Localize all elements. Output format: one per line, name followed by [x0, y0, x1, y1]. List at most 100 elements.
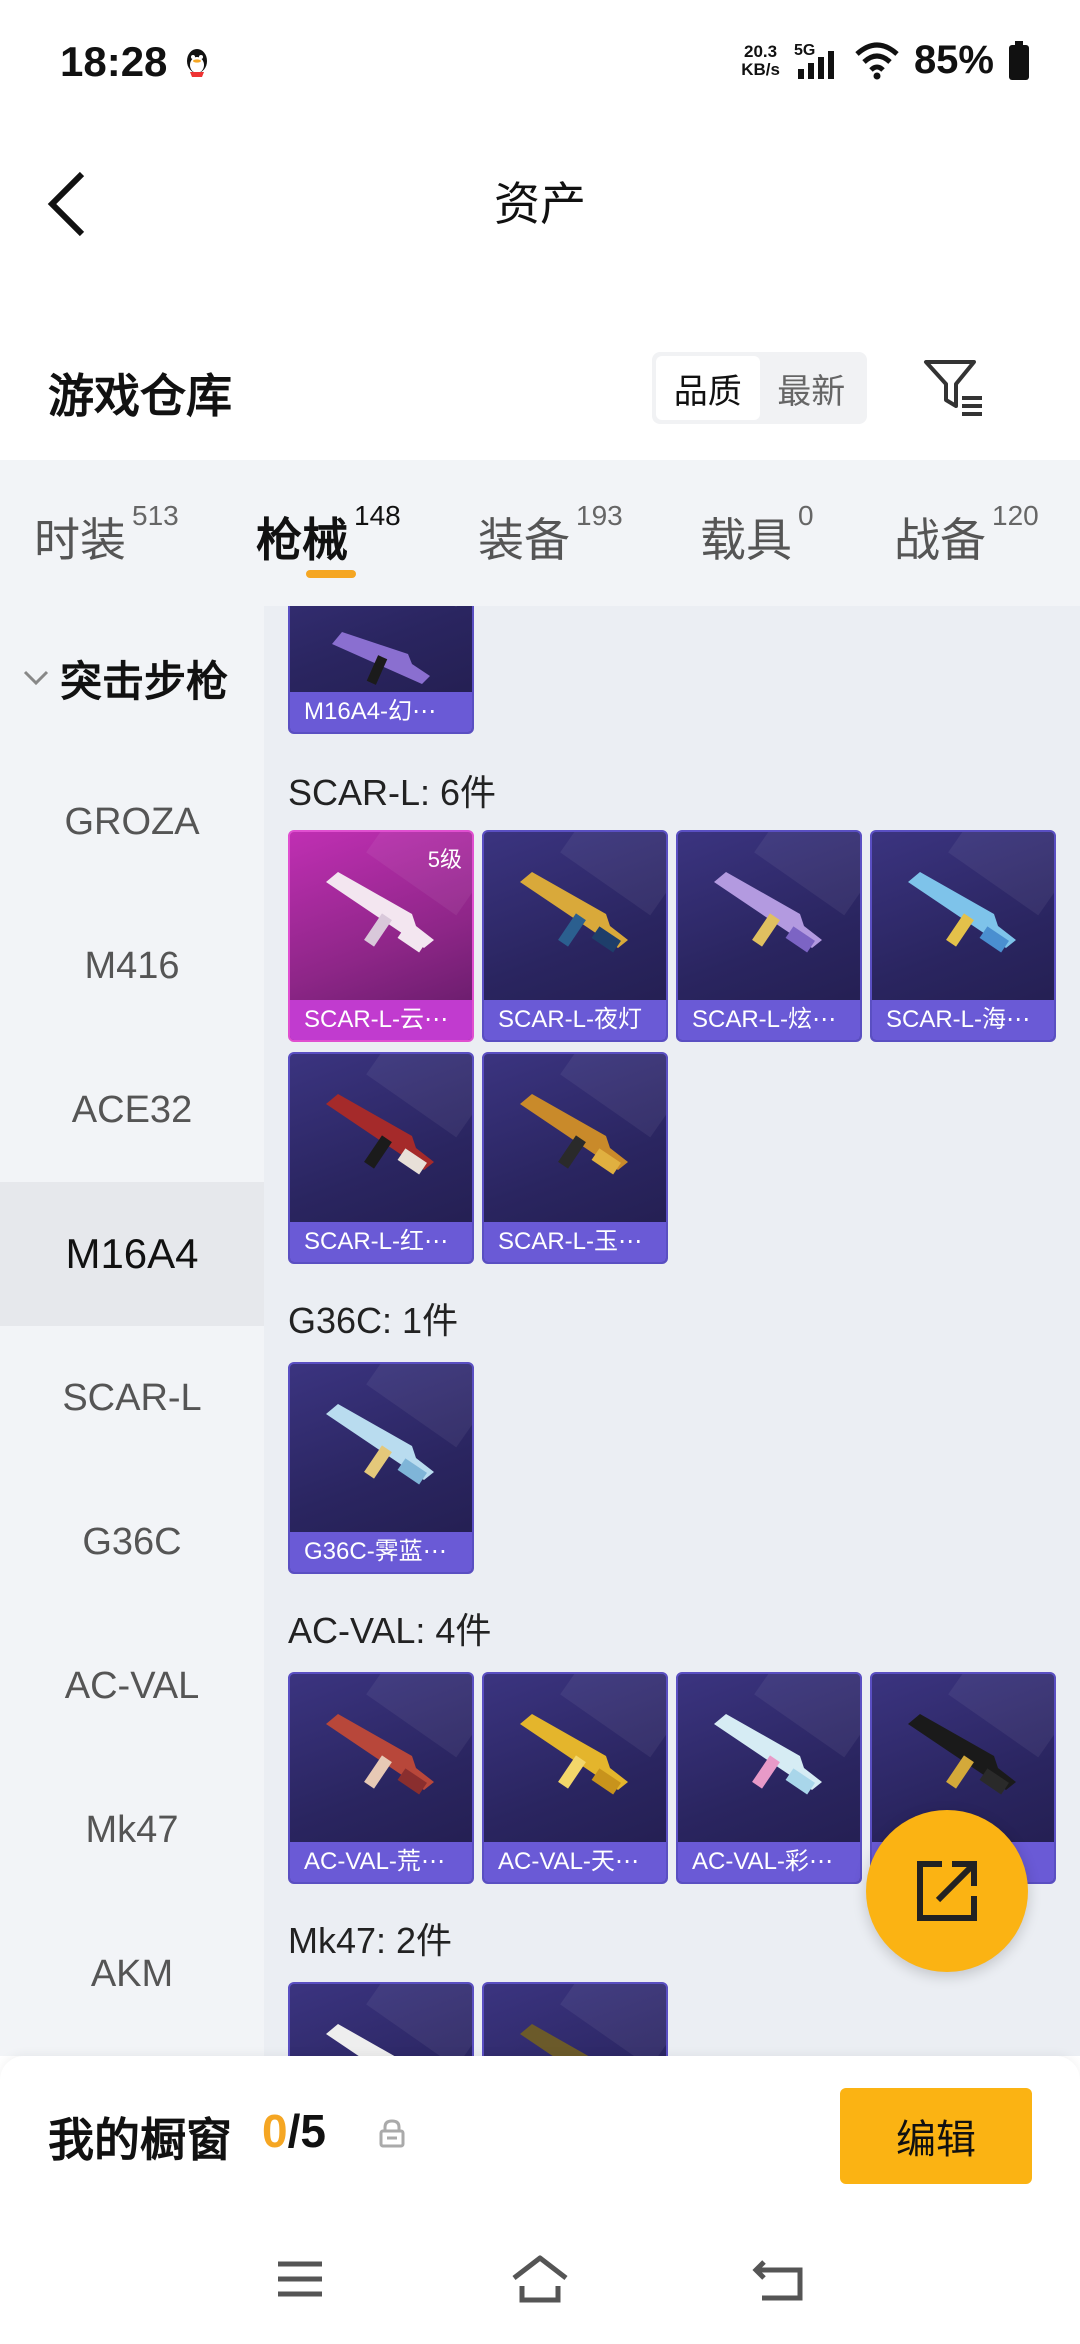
weapon-card[interactable]: SCAR-L-炫⋯ — [676, 830, 862, 1042]
weapon-card-label: M16A4-幻⋯ — [290, 692, 472, 732]
weapon-card-label: SCAR-L-红⋯ — [290, 1222, 472, 1262]
tab-label: 枪械 — [256, 514, 348, 566]
section-title: Mk47: 2件 — [288, 1920, 453, 1961]
tab-count: 120 — [992, 500, 1039, 531]
rifle-icon — [326, 1714, 434, 1795]
weapon-card[interactable]: SCAR-L-玉⋯ — [482, 1052, 668, 1264]
sidebar-group-assault-rifles[interactable]: 突击步枪 — [0, 606, 264, 750]
rifle-icon — [714, 1714, 822, 1795]
sidebar-item-g36c[interactable]: G36C — [0, 1470, 264, 1614]
tab-label: 时装 — [34, 514, 126, 566]
edit-button[interactable]: 编辑 — [840, 2088, 1032, 2184]
network-type-label: 5G — [794, 42, 815, 59]
rifle-icon — [520, 1094, 628, 1175]
filter-icon[interactable] — [920, 354, 986, 420]
section-title: G36C: 1件 — [288, 1300, 459, 1341]
battery-percent: 85% — [913, 38, 994, 82]
wifi-icon — [855, 42, 899, 79]
tab-equipment[interactable]: 装备 193 — [478, 500, 623, 570]
sidebar-item-scar-l[interactable]: SCAR-L — [0, 1326, 264, 1470]
sidebar-item-akm[interactable]: AKM — [0, 1902, 264, 2046]
tab-count: 148 — [354, 500, 401, 531]
section-title: SCAR-L: 6件 — [288, 772, 497, 813]
system-nav-bar — [0, 2216, 1080, 2344]
sidebar-item-groza[interactable]: GROZA — [0, 750, 264, 894]
weapon-card[interactable]: SCAR-L-夜灯 — [482, 830, 668, 1042]
weapon-sidebar: 突击步枪 GROZA M416 ACE32 M16A4 SCAR-L G36C … — [0, 606, 264, 2056]
sort-toggle: 品质 最新 — [652, 352, 867, 424]
section-title: AC-VAL: 4件 — [288, 1610, 492, 1651]
sort-quality-button[interactable]: 品质 — [656, 356, 760, 420]
rifle-icon — [908, 872, 1016, 953]
sidebar-item-m16a4[interactable]: M16A4 — [0, 1182, 264, 1326]
tab-label: 装备 — [478, 514, 570, 566]
status-bar: 18:28 20.3 KB/s 5G 85% — [0, 0, 1080, 124]
tab-vehicles[interactable]: 载具 0 — [700, 500, 814, 570]
weapon-card-label: SCAR-L-海⋯ — [872, 1000, 1054, 1040]
rifle-icon — [326, 1094, 434, 1175]
tab-fashion[interactable]: 时装 513 — [34, 500, 179, 570]
sidebar-item-m416[interactable]: M416 — [0, 894, 264, 1038]
showcase-count: 0/5 — [262, 2104, 326, 2158]
rifle-icon — [520, 1714, 628, 1795]
speed-unit: KB/s — [741, 59, 780, 79]
signal-icon: 5G — [794, 42, 834, 79]
weapon-card[interactable]: AC-VAL-彩⋯ — [676, 1672, 862, 1884]
category-tabs: 时装 513 枪械 148 装备 193 载具 0 战备 120 — [0, 460, 1080, 606]
sidebar-item-ace32[interactable]: ACE32 — [0, 1038, 264, 1182]
rifle-icon — [326, 1404, 434, 1485]
menu-icon[interactable] — [270, 2254, 330, 2304]
sidebar-item-mk47[interactable]: Mk47 — [0, 1758, 264, 1902]
battery-icon — [1009, 40, 1029, 80]
weapon-card[interactable]: G36C-霁蓝⋯ — [288, 1362, 474, 1574]
weapon-card-label: AC-VAL-天⋯ — [484, 1842, 666, 1882]
external-link-icon — [917, 1861, 977, 1921]
warehouse-bar: 游戏仓库 品质 最新 — [0, 340, 1080, 460]
tab-label: 载具 — [700, 514, 792, 566]
weapon-card-label: G36C-霁蓝⋯ — [290, 1532, 472, 1572]
weapon-card-label: SCAR-L-炫⋯ — [678, 1000, 860, 1040]
rifle-icon — [714, 872, 822, 953]
network-speed: 20.3 KB/s — [741, 41, 780, 79]
status-time: 18:28 — [60, 38, 168, 85]
warehouse-title: 游戏仓库 — [48, 370, 232, 422]
weapon-card-label: SCAR-L-玉⋯ — [484, 1222, 666, 1262]
tab-count: 193 — [576, 500, 623, 531]
showcase-bar: 我的橱窗 0/5 编辑 — [0, 2056, 1080, 2216]
weapon-card[interactable] — [482, 1982, 668, 2056]
lock-icon — [379, 2119, 405, 2148]
rifle-icon — [326, 2024, 395, 2056]
rifle-icon — [520, 2024, 589, 2056]
rifle-icon — [326, 872, 434, 953]
weapon-card[interactable]: AC-VAL-天⋯ — [482, 1672, 668, 1884]
weapon-card[interactable]: 5级 SCAR-L-云⋯ — [288, 830, 474, 1042]
weapon-card-label: SCAR-L-云⋯ — [290, 1000, 472, 1040]
tab-count: 513 — [132, 500, 179, 531]
weapon-card-label: AC-VAL-荒⋯ — [290, 1842, 472, 1882]
weapon-card-label: SCAR-L-夜灯 — [484, 1000, 666, 1040]
back-icon[interactable] — [750, 2254, 810, 2304]
sort-latest-button[interactable]: 最新 — [760, 356, 864, 420]
tab-firearms[interactable]: 枪械 148 — [256, 500, 401, 570]
chevron-down-icon — [23, 670, 49, 686]
weapon-card[interactable]: AC-VAL-荒⋯ — [288, 1672, 474, 1884]
tab-label: 战备 — [894, 514, 986, 566]
sidebar-item-ac-val[interactable]: AC-VAL — [0, 1614, 264, 1758]
active-tab-indicator — [306, 570, 356, 578]
speed-value: 20.3 — [744, 41, 778, 61]
home-icon[interactable] — [510, 2254, 570, 2304]
weapon-card[interactable]: SCAR-L-红⋯ — [288, 1052, 474, 1264]
weapon-card[interactable]: M16A4-幻⋯ — [288, 606, 474, 734]
weapon-card[interactable]: SCAR-L-海⋯ — [870, 830, 1056, 1042]
qq-icon — [187, 49, 207, 77]
tab-supplies[interactable]: 战备 120 — [894, 500, 1039, 570]
tab-count: 0 — [798, 500, 814, 531]
sidebar-group-label: 突击步枪 — [60, 657, 229, 705]
weapon-card-label: AC-VAL-彩⋯ — [678, 1842, 860, 1882]
weapon-card[interactable] — [288, 1982, 474, 2056]
share-button[interactable] — [866, 1810, 1028, 1972]
rifle-icon — [520, 872, 628, 953]
showcase-label: 我的橱窗 — [48, 2114, 232, 2166]
showcase-current: 0 — [262, 2105, 288, 2157]
header: 资产 — [0, 124, 1080, 274]
